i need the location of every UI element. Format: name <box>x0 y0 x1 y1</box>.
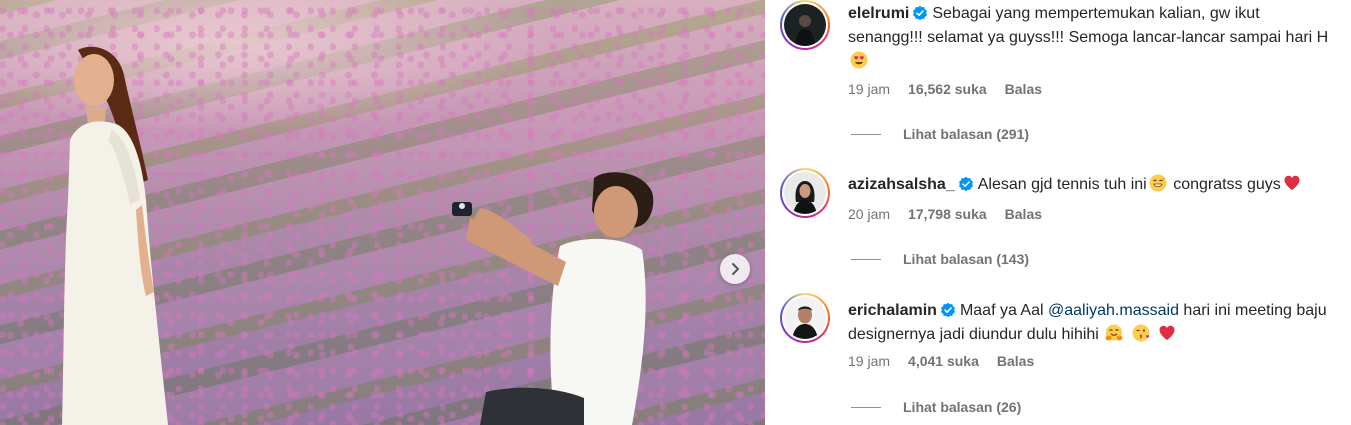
avatar-elelrumi <box>784 4 826 46</box>
woman-figure <box>62 46 168 425</box>
comment-body-continued: congratss guys <box>1173 176 1281 193</box>
avatar[interactable] <box>780 293 830 343</box>
heart-eyes-emoji-icon <box>850 51 868 69</box>
verified-badge-icon <box>913 5 928 21</box>
reply-button[interactable]: Balas <box>997 353 1034 369</box>
avatar-azizahsalsha <box>784 172 826 214</box>
view-replies-button[interactable]: Lihat balasan (143) <box>851 251 1029 267</box>
couple-illustration <box>62 46 654 425</box>
view-replies-label: Lihat balasan (26) <box>903 399 1022 415</box>
next-image-button[interactable] <box>720 254 750 284</box>
comment-likes[interactable]: 17,798 suka <box>908 206 987 222</box>
comment-time[interactable]: 19 jam <box>848 81 890 97</box>
avatar-erichalamin <box>784 297 826 339</box>
divider <box>851 406 881 408</box>
hugging-emoji-icon <box>1105 324 1123 341</box>
verified-badge-icon <box>940 302 955 318</box>
comment-text: azizahsalsha_ Alesan gjd tennis tuh ini c… <box>848 173 1338 197</box>
comment-likes[interactable]: 16,562 suka <box>908 81 987 97</box>
comment-username[interactable]: erichalamin <box>848 302 937 319</box>
comment-body: Alesan gjd tennis tuh ini <box>977 176 1147 193</box>
reply-button[interactable]: Balas <box>1005 81 1042 97</box>
grin-sweat-emoji-icon <box>1149 174 1167 192</box>
comments-panel: elelrumi Sebagai yang mempertemukan kalia… <box>765 0 1351 425</box>
comment-username[interactable]: azizahsalsha_ <box>848 176 955 193</box>
man-figure <box>452 172 654 425</box>
comment-time[interactable]: 20 jam <box>848 206 890 222</box>
comment-likes[interactable]: 4,041 suka <box>908 353 979 369</box>
mention-link[interactable]: @aaliyah.massaid <box>1048 302 1179 319</box>
view-replies-button[interactable]: Lihat balasan (291) <box>851 126 1029 142</box>
view-replies-label: Lihat balasan (143) <box>903 251 1030 267</box>
kissing-heart-emoji-icon <box>1132 324 1150 342</box>
comment-body: Maaf ya Aal <box>959 302 1044 319</box>
comment-text: erichalamin Maaf ya Aal @aaliyah.massaid … <box>848 299 1338 347</box>
comment-meta: 19 jam 16,562 suka Balas <box>848 81 1042 97</box>
reply-button[interactable]: Balas <box>1005 206 1042 222</box>
avatar[interactable] <box>780 0 830 50</box>
red-heart-emoji-icon <box>1159 325 1175 340</box>
verified-badge-icon <box>958 176 973 192</box>
view-replies-button[interactable]: Lihat balasan (26) <box>851 399 1021 415</box>
chevron-right-icon <box>732 263 739 275</box>
avatar[interactable] <box>780 168 830 218</box>
red-heart-emoji-icon <box>1284 175 1300 190</box>
comment-time[interactable]: 19 jam <box>848 353 890 369</box>
comment-username[interactable]: elelrumi <box>848 5 909 22</box>
view-replies-label: Lihat balasan (291) <box>903 126 1030 142</box>
comment-meta: 20 jam 17,798 suka Balas <box>848 206 1042 222</box>
comment-meta: 19 jam 4,041 suka Balas <box>848 353 1034 369</box>
divider <box>851 133 881 135</box>
post-photo[interactable] <box>0 0 765 425</box>
divider <box>851 258 881 260</box>
comment-text: elelrumi Sebagai yang mempertemukan kalia… <box>848 2 1338 74</box>
